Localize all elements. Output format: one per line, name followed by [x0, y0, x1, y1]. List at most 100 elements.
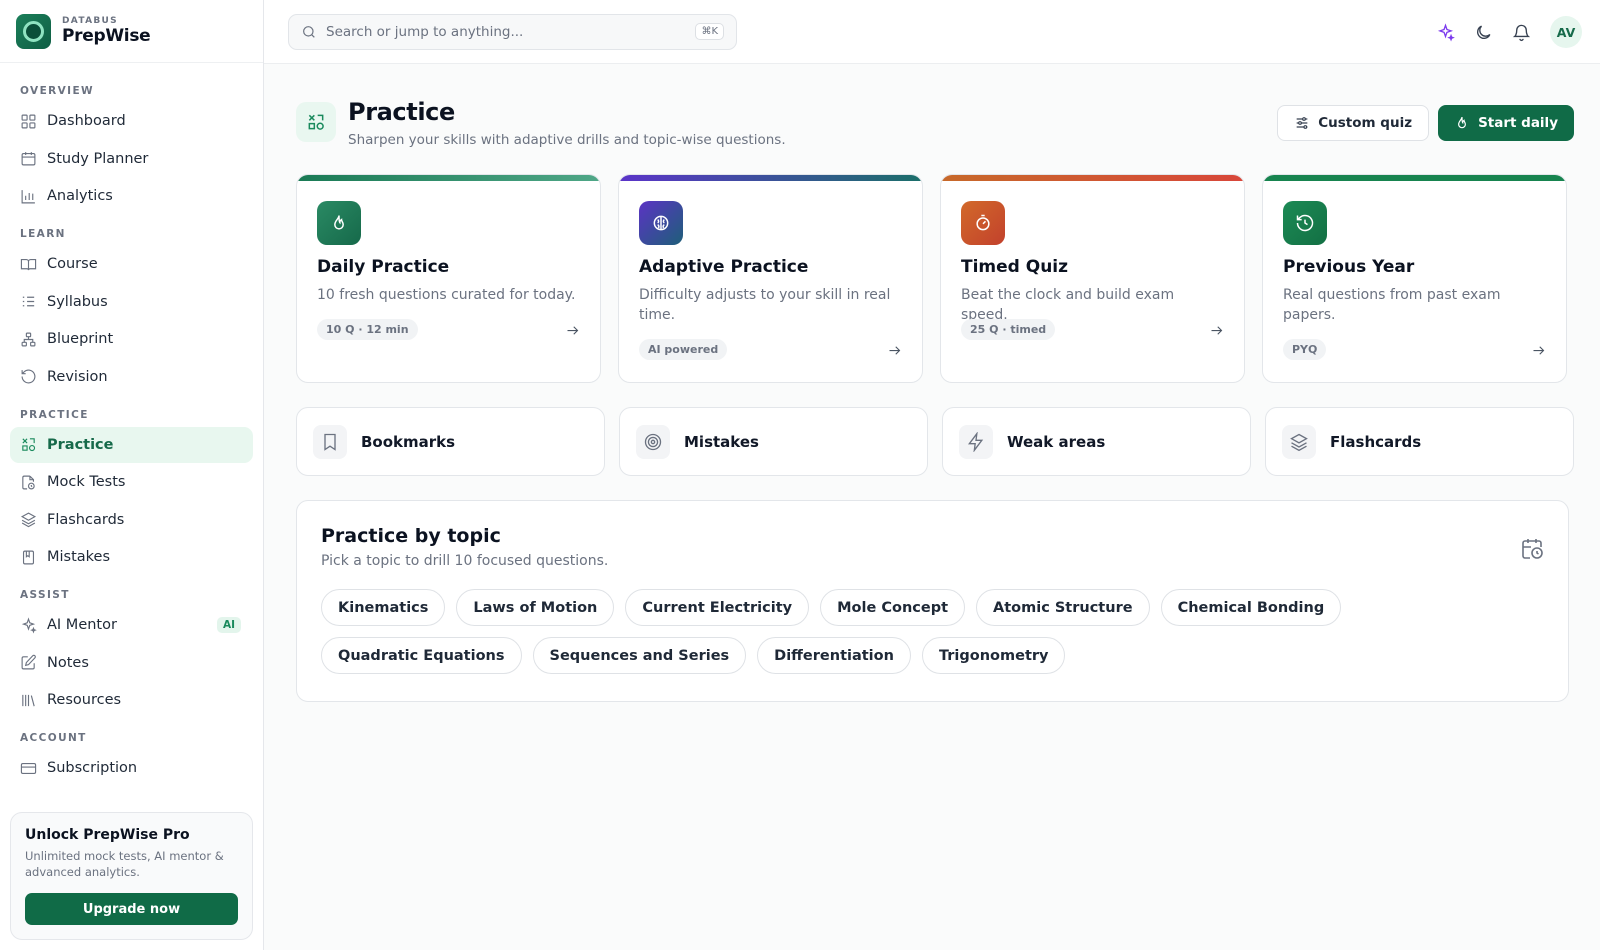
notebook-icon [22, 550, 35, 564]
topic-chip[interactable]: Chemical Bonding [1160, 589, 1342, 626]
quick-weak-areas[interactable]: Weak areas [942, 407, 1251, 476]
sidebar-item-subscription[interactable]: Subscription [10, 750, 253, 786]
calendar-clock-icon[interactable] [1520, 537, 1544, 561]
section-assist: ASSIST [20, 589, 70, 601]
card-title: Daily Practice [317, 257, 450, 277]
history-icon [1283, 201, 1327, 245]
topic-chip[interactable]: Differentiation [757, 637, 911, 674]
list-icon [22, 296, 35, 307]
topic-chip[interactable]: Trigonometry [921, 637, 1066, 674]
sparkles-icon[interactable] [1436, 22, 1455, 42]
sitemap-icon [21, 332, 36, 346]
search-input[interactable]: Search or jump to anything... ⌘K [288, 13, 737, 50]
custom-quiz-button[interactable]: Custom quiz [1277, 105, 1430, 141]
sidebar-item-course[interactable]: Course [10, 246, 253, 282]
quick-flashcards[interactable]: Flashcards [1265, 407, 1574, 476]
quick-mistakes[interactable]: Mistakes [619, 407, 928, 476]
arrow-right-icon[interactable] [1209, 323, 1224, 338]
bookmark-icon [313, 424, 347, 459]
card-timed-quiz[interactable]: Timed Quiz Beat the clock and build exam… [940, 174, 1245, 383]
sidebar-item-label: Revision [47, 368, 108, 385]
topic-chip[interactable]: Current Electricity [625, 589, 810, 626]
sidebar-item-flashcards[interactable]: Flashcards [10, 502, 253, 538]
card-adaptive-practice[interactable]: Adaptive Practice Difficulty adjusts to … [618, 174, 923, 383]
moon-icon[interactable] [1474, 23, 1493, 42]
page-title: Practice [348, 98, 455, 126]
topic-chip[interactable]: Sequences and Series [532, 637, 747, 674]
sidebar-item-analytics[interactable]: Analytics [10, 178, 253, 214]
shapes-icon [22, 438, 36, 452]
card-description: 10 fresh questions curated for today. [317, 287, 576, 303]
sidebar-item-label: Study Planner [47, 150, 149, 167]
credit-card-icon [20, 762, 37, 774]
sidebar-item-study-planner[interactable]: Study Planner [10, 141, 253, 177]
layers-icon [1282, 424, 1316, 459]
avatar[interactable]: AV [1550, 16, 1582, 48]
timer-icon [961, 201, 1005, 245]
card-title: Adaptive Practice [639, 257, 809, 277]
sliders-icon [1296, 117, 1308, 129]
search-icon [303, 25, 315, 38]
sidebar-item-syllabus[interactable]: Syllabus [10, 284, 253, 320]
shortcut-hint: ⌘K [695, 23, 724, 40]
bolt-icon [959, 424, 993, 459]
card-description: Real questions from past exam papers. [1283, 287, 1501, 323]
topbar-actions: AV [1436, 16, 1582, 48]
sidebar-item-revision[interactable]: Revision [10, 359, 253, 395]
quick-bookmarks[interactable]: Bookmarks [296, 407, 605, 476]
sidebar-item-label: Blueprint [47, 331, 114, 347]
topics-subtitle: Pick a topic to drill 10 focused questio… [321, 553, 609, 569]
brand-org: DATABUS [62, 16, 118, 26]
quick-label: Flashcards [1330, 432, 1422, 451]
card-meta-pill: AI powered [639, 339, 728, 360]
arrow-right-icon[interactable] [887, 343, 902, 358]
arrow-right-icon[interactable] [565, 323, 580, 338]
sidebar-item-ai-mentor[interactable]: AI Mentor AI [10, 607, 253, 643]
grid-icon [21, 114, 36, 128]
card-daily-practice[interactable]: Daily Practice 10 fresh questions curate… [296, 174, 601, 383]
topic-chip[interactable]: Quadratic Equations [321, 637, 522, 674]
section-practice: PRACTICE [20, 408, 89, 421]
sparkles-icon [21, 616, 37, 633]
topic-chip[interactable]: Laws of Motion [456, 589, 615, 626]
search-placeholder: Search or jump to anything... [326, 23, 524, 40]
page-subtitle: Sharpen your skills with adaptive drills… [348, 132, 786, 148]
section-account: ACCOUNT [20, 732, 87, 744]
card-meta-pill: PYQ [1283, 339, 1327, 360]
sidebar-item-label: Notes [47, 654, 89, 671]
target-icon [636, 424, 670, 459]
sidebar-item-resources[interactable]: Resources [10, 682, 253, 718]
sidebar-nav: OVERVIEW Dashboard Study Planner Analyti… [0, 63, 263, 786]
arrow-right-icon[interactable] [1531, 343, 1546, 358]
sidebar-item-practice[interactable]: Practice [10, 426, 253, 463]
start-daily-button[interactable]: Start daily [1438, 105, 1574, 141]
calendar-icon [21, 152, 36, 166]
upgrade-title: Unlock PrepWise Pro [25, 827, 190, 843]
bell-icon[interactable] [1512, 23, 1531, 42]
topic-chip[interactable]: Mole Concept [820, 589, 966, 626]
upgrade-button[interactable]: Upgrade now [25, 893, 238, 925]
brand-name: PrepWise [62, 26, 151, 46]
file-clock-icon [22, 475, 35, 489]
page-header: Practice Sharpen your skills with adapti… [296, 64, 1574, 172]
sidebar-item-mistakes[interactable]: Mistakes [10, 539, 253, 575]
sidebar-item-blueprint[interactable]: Blueprint [10, 321, 253, 357]
sidebar-item-label: Resources [47, 692, 122, 708]
card-previous-year[interactable]: Previous Year Real questions from past e… [1262, 174, 1567, 383]
topic-chip[interactable]: Kinematics [321, 589, 446, 626]
upgrade-panel: Unlock PrepWise Pro Unlimited mock tests… [10, 812, 253, 940]
sidebar-item-mock-tests[interactable]: Mock Tests [10, 464, 253, 500]
custom-quiz-label: Custom quiz [1318, 115, 1413, 131]
rotate-icon [21, 369, 36, 384]
sidebar-item-notes[interactable]: Notes [10, 645, 253, 681]
sidebar-item-label: Practice [47, 436, 114, 453]
sidebar-item-label: Subscription [47, 760, 138, 776]
content: Practice Sharpen your skills with adapti… [264, 64, 1600, 702]
sidebar-item-label: Flashcards [47, 511, 125, 528]
brain-icon [639, 201, 683, 245]
brand[interactable]: DATABUS PrepWise [0, 0, 263, 63]
sidebar-item-dashboard[interactable]: Dashboard [10, 103, 253, 139]
sidebar-item-label: Dashboard [47, 113, 126, 129]
topic-chip[interactable]: Atomic Structure [976, 589, 1150, 626]
sidebar-item-label: AI Mentor [47, 617, 117, 633]
